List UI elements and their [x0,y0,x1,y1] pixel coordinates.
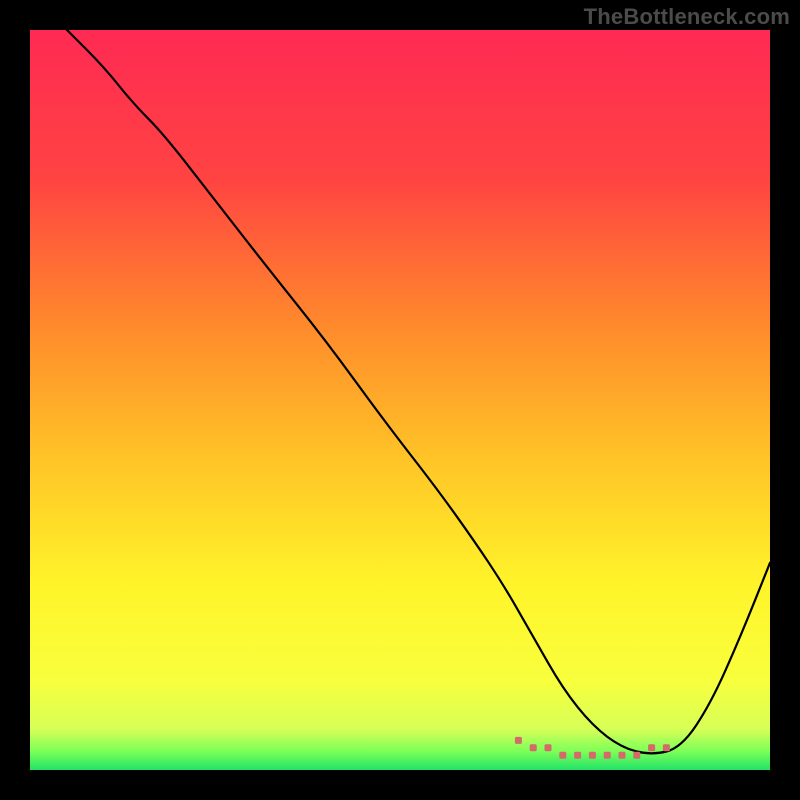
marker-point [545,744,552,751]
marker-point [619,752,626,759]
marker-point [663,744,670,751]
marker-point [633,752,640,759]
marker-point [648,744,655,751]
marker-point [574,752,581,759]
chart-frame: TheBottleneck.com [0,0,800,800]
bottleneck-chart [0,0,800,800]
plot-area [30,30,770,770]
marker-point [559,752,566,759]
marker-point [530,744,537,751]
marker-point [604,752,611,759]
marker-point [589,752,596,759]
watermark-text: TheBottleneck.com [584,4,790,30]
marker-point [515,737,522,744]
